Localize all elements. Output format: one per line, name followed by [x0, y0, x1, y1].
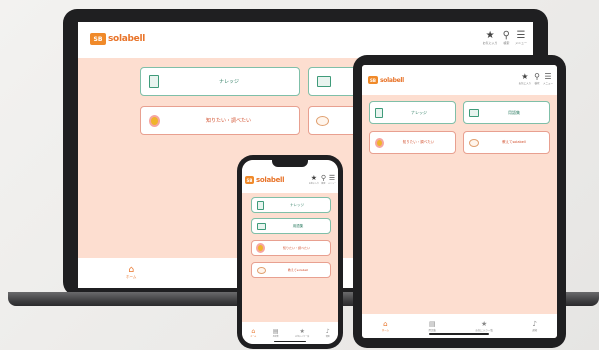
home-icon: ⌂ [128, 265, 135, 275]
phone-screen: SB solabell ★ お気に入り ⚲ 検索 ☰ メニュー ナレッジ 用語集 知り… [242, 160, 338, 344]
chat-icon [257, 266, 266, 274]
tab-home[interactable]: ⌂ ホーム [382, 319, 389, 332]
menu-button[interactable]: ☰ メニュー [543, 72, 553, 86]
tab-notifications[interactable]: ♪ 通知 [532, 319, 538, 332]
search-icon: ⚲ [534, 72, 540, 81]
home-indicator [429, 333, 489, 335]
menu-icon: ☰ [328, 174, 336, 182]
menu-button[interactable]: ☰ メニュー [515, 30, 527, 46]
lightbulb-icon [151, 116, 158, 125]
home-indicator [274, 340, 306, 342]
book-icon [469, 108, 479, 117]
search-icon: ⚲ [502, 30, 510, 41]
app-logo[interactable]: SB solabell [245, 176, 285, 184]
menu-icon: ☰ [516, 30, 526, 41]
book-icon: ▤ [428, 319, 436, 328]
book-icon [257, 222, 266, 230]
star-icon: ★ [521, 72, 529, 81]
home-icon: ⌂ [383, 319, 388, 328]
search-button[interactable]: ⚲ 検索 [320, 174, 326, 186]
tab-notifications[interactable]: ♪ 通知 [326, 328, 330, 338]
tab-home[interactable]: ⌂ ホーム [250, 328, 256, 338]
star-icon: ★ [485, 30, 495, 41]
phone-notch [272, 160, 308, 167]
glossary-card[interactable]: 用語集 [251, 218, 331, 234]
menu-icon: ☰ [544, 72, 552, 81]
document-icon [257, 200, 264, 210]
bell-icon: ♪ [532, 319, 538, 328]
favorites-button[interactable]: ★ お気に入り [309, 174, 319, 186]
knowledge-card[interactable]: ナレッジ [140, 67, 300, 96]
glossary-card[interactable]: 用語集 [463, 101, 550, 124]
search-button[interactable]: ⚲ 検索 [502, 30, 510, 46]
knowledge-card[interactable]: ナレッジ [369, 101, 456, 124]
search-icon: ⚲ [320, 174, 326, 182]
document-icon [149, 75, 159, 88]
logo-text: solabell [380, 76, 404, 84]
want-to-know-card[interactable]: 知りたい・調べたい [140, 106, 300, 135]
search-button[interactable]: ⚲ 検索 [534, 72, 540, 86]
tab-glossary[interactable]: ▤ 用語集 [273, 328, 279, 338]
app-logo[interactable]: SB solabell [90, 33, 145, 45]
app-logo[interactable]: SB solabell [368, 76, 404, 84]
menu-button[interactable]: ☰ メニュー [328, 174, 336, 186]
tab-glossary[interactable]: ▤ 用語集 [428, 319, 437, 332]
app-header: SB solabell ★ お気に入り ⚲ 検索 ☰ メニュー [78, 22, 533, 58]
document-icon [375, 107, 383, 118]
tablet-screen: SB solabell ★ お気に入り ⚲ 検索 ☰ メニュー ナレッジ 用語集 知り… [362, 65, 557, 338]
teach-solabell-card[interactable]: 教えてsolabell [251, 262, 331, 278]
tab-favorites[interactable]: ★ お気に入り一覧 [475, 319, 493, 332]
tab-home[interactable]: ⌂ ホーム [126, 266, 136, 280]
favorites-button[interactable]: ★ お気に入り [519, 72, 532, 86]
book-icon [317, 76, 331, 87]
want-to-know-card[interactable]: 知りたい・調べたい [369, 131, 456, 154]
app-header: SB solabell ★ お気に入り ⚲ 検索 ☰ メニュー [362, 65, 557, 95]
star-icon: ★ [481, 319, 488, 328]
favorites-button[interactable]: ★ お気に入り [483, 30, 498, 46]
logo-text: solabell [256, 176, 285, 184]
want-to-know-card[interactable]: 知りたい・調べたい [251, 240, 331, 256]
chat-icon [316, 115, 329, 126]
chat-icon [469, 138, 479, 147]
logo-text: solabell [108, 34, 146, 44]
teach-solabell-card[interactable]: 教えてsolabell [463, 131, 550, 154]
star-icon: ★ [310, 174, 317, 182]
tab-favorites[interactable]: ★ お気に入り一覧 [295, 328, 309, 338]
knowledge-card[interactable]: ナレッジ [251, 197, 331, 213]
